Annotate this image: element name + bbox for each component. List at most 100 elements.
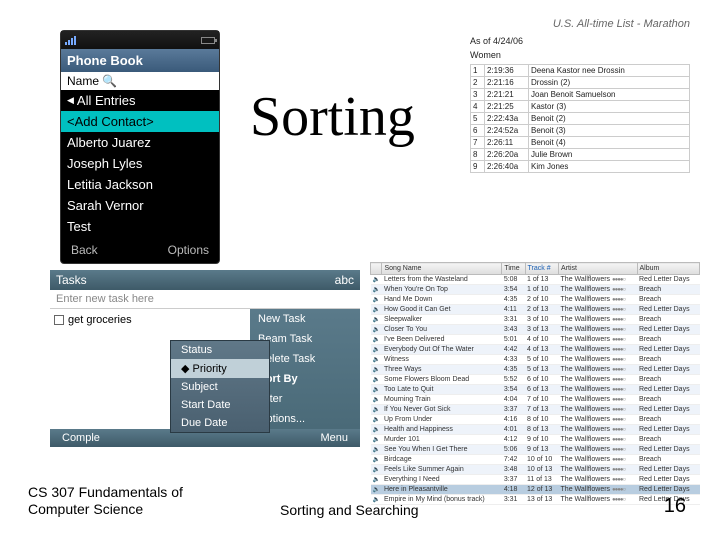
speaker-icon: 🔈	[371, 345, 382, 355]
table-row: 62:24:52aBenoit (3)	[471, 125, 690, 137]
table-row[interactable]: 🔈If You Never Got Sick3:377 of 13The Wal…	[371, 405, 700, 415]
submenu-item[interactable]: ◆ Priority	[171, 359, 269, 378]
speaker-icon: 🔈	[371, 325, 382, 335]
speaker-icon: 🔈	[371, 455, 382, 465]
rating-icon: ●●●●○	[612, 377, 625, 383]
softkey-complete[interactable]: Comple	[62, 432, 100, 444]
table-row: 82:26:20aJulie Brown	[471, 149, 690, 161]
table-row[interactable]: 🔈Sleepwalker3:313 of 10The Wallflowers ●…	[371, 315, 700, 325]
add-contact-row[interactable]: <Add Contact>	[61, 111, 219, 132]
table-row[interactable]: 🔈Everything I Need3:3711 of 13The Wallfl…	[371, 475, 700, 485]
submenu-item[interactable]: Due Date	[171, 414, 269, 432]
table-row: 72:26:11Benoit (4)	[471, 137, 690, 149]
table-row[interactable]: 🔈Closer To You3:433 of 13The Wallflowers…	[371, 325, 700, 335]
task-label: get groceries	[68, 314, 132, 326]
rating-icon: ●●●●○	[612, 367, 625, 373]
table-row[interactable]: 🔈Letters from the Wasteland5:081 of 13Th…	[371, 275, 700, 285]
speaker-icon: 🔈	[371, 445, 382, 455]
rating-icon: ●●●●○	[612, 427, 625, 433]
contact-row[interactable]: Alberto Juarez	[61, 132, 219, 153]
contact-row[interactable]: Joseph Lyles	[61, 153, 219, 174]
table-row[interactable]: 🔈Empire in My Mind (bonus track)3:3113 o…	[371, 495, 700, 505]
table-row[interactable]: 🔈Three Ways4:355 of 13The Wallflowers ●●…	[371, 365, 700, 375]
triangle-left-icon: ◀	[67, 95, 74, 106]
marathon-table: 12:19:36Deena Kastor nee Drossin22:21:16…	[470, 64, 690, 173]
softkey-back[interactable]: Back	[71, 243, 98, 257]
phonebook-panel: Phone Book Name 🔍 ◀All Entries <Add Cont…	[60, 30, 220, 264]
speaker-icon: 🔈	[371, 415, 382, 425]
speaker-icon: 🔈	[371, 315, 382, 325]
rating-icon: ●●●●○	[612, 287, 625, 293]
column-header[interactable]: Track #	[525, 263, 559, 275]
table-row: 32:21:21Joan Benoit Samuelson	[471, 89, 690, 101]
speaker-icon: 🔈	[371, 475, 382, 485]
rating-icon: ●●●●○	[612, 297, 625, 303]
rating-icon: ●●●●○	[612, 347, 625, 353]
rating-icon: ●●●●○	[612, 477, 625, 483]
table-row[interactable]: 🔈Feels Like Summer Again3:4810 of 13The …	[371, 465, 700, 475]
tasks-title: Tasks	[56, 273, 87, 287]
task-row[interactable]: get groceries	[54, 313, 246, 327]
phone-softkeys: Back Options	[61, 237, 219, 263]
table-row[interactable]: 🔈Up From Under4:168 of 10The Wallflowers…	[371, 415, 700, 425]
column-header[interactable]: Album	[637, 263, 700, 275]
table-row: 42:21:25Kastor (3)	[471, 101, 690, 113]
table-row[interactable]: 🔈See You When I Get There5:069 of 13The …	[371, 445, 700, 455]
name-field-label[interactable]: Name 🔍	[61, 72, 219, 90]
softkey-options[interactable]: Options	[168, 243, 209, 257]
table-row[interactable]: 🔈Here in Pleasantville4:1812 of 13The Wa…	[371, 485, 700, 495]
rating-icon: ●●●●○	[612, 467, 625, 473]
battery-icon	[201, 37, 215, 44]
column-header[interactable]: Song Name	[382, 263, 502, 275]
phone-title: Phone Book	[61, 49, 219, 72]
table-row[interactable]: 🔈Too Late to Quit3:546 of 13The Wallflow…	[371, 385, 700, 395]
new-task-input[interactable]: Enter new task here	[50, 290, 360, 309]
rating-icon: ●●●●○	[612, 327, 625, 333]
rating-icon: ●●●●○	[612, 397, 625, 403]
softkey-menu[interactable]: Menu	[320, 432, 348, 444]
speaker-icon: 🔈	[371, 305, 382, 315]
table-row[interactable]: 🔈Hand Me Down4:352 of 10The Wallflowers …	[371, 295, 700, 305]
table-row[interactable]: 🔈Birdcage7:4210 of 10The Wallflowers ●●●…	[371, 455, 700, 465]
submenu-item[interactable]: Subject	[171, 378, 269, 396]
speaker-icon: 🔈	[371, 375, 382, 385]
speaker-icon: 🔈	[371, 355, 382, 365]
rating-icon: ●●●●○	[612, 277, 625, 283]
page-number: 16	[664, 495, 686, 518]
contact-row[interactable]: Sarah Vernor	[61, 195, 219, 216]
sort-by-submenu: Status◆ PrioritySubjectStart DateDue Dat…	[170, 340, 270, 433]
rating-icon: ●●●●○	[612, 307, 625, 313]
table-row[interactable]: 🔈Everybody Out Of The Water4:424 of 13Th…	[371, 345, 700, 355]
table-row: 22:21:16Drossin (2)	[471, 77, 690, 89]
signal-icon	[65, 36, 76, 45]
rating-icon: ●●●●○	[612, 387, 625, 393]
submenu-item[interactable]: Start Date	[171, 396, 269, 414]
speaker-icon: 🔈	[371, 485, 382, 495]
table-row[interactable]: 🔈I've Been Delivered5:014 of 10The Wallf…	[371, 335, 700, 345]
table-row[interactable]: 🔈Witness4:335 of 10The Wallflowers ●●●●○…	[371, 355, 700, 365]
table-row[interactable]: 🔈Mourning Train4:047 of 10The Wallflower…	[371, 395, 700, 405]
speaker-icon: 🔈	[371, 365, 382, 375]
table-row[interactable]: 🔈Health and Happiness4:018 of 13The Wall…	[371, 425, 700, 435]
table-header-row: Song NameTimeTrack #ArtistAlbum	[371, 263, 700, 275]
checkbox-icon[interactable]	[54, 315, 64, 325]
rating-icon: ●●●●○	[612, 457, 625, 463]
contact-row[interactable]: Letitia Jackson	[61, 174, 219, 195]
song-table: Song NameTimeTrack #ArtistAlbum 🔈Letters…	[370, 262, 700, 505]
table-row[interactable]: 🔈When You're On Top3:541 of 10The Wallfl…	[371, 285, 700, 295]
column-header[interactable]: Time	[502, 263, 525, 275]
search-icon: 🔍	[102, 74, 117, 88]
table-row[interactable]: 🔈Some Flowers Bloom Dead5:526 of 10The W…	[371, 375, 700, 385]
table-row[interactable]: 🔈How Good it Can Get4:112 of 13The Wallf…	[371, 305, 700, 315]
table-row: 12:19:36Deena Kastor nee Drossin	[471, 65, 690, 77]
speaker-icon: 🔈	[371, 395, 382, 405]
table-row[interactable]: 🔈Murder 1014:129 of 10The Wallflowers ●●…	[371, 435, 700, 445]
slide-title: Sorting	[250, 85, 415, 149]
contact-row[interactable]: Test	[61, 216, 219, 237]
footer-left: CS 307 Fundamentals of Computer Science	[28, 484, 183, 518]
all-entries-row[interactable]: ◀All Entries	[61, 90, 219, 111]
submenu-item[interactable]: Status	[171, 341, 269, 359]
speaker-icon: 🔈	[371, 435, 382, 445]
menu-item[interactable]: New Task	[250, 309, 360, 329]
column-header[interactable]: Artist	[559, 263, 637, 275]
